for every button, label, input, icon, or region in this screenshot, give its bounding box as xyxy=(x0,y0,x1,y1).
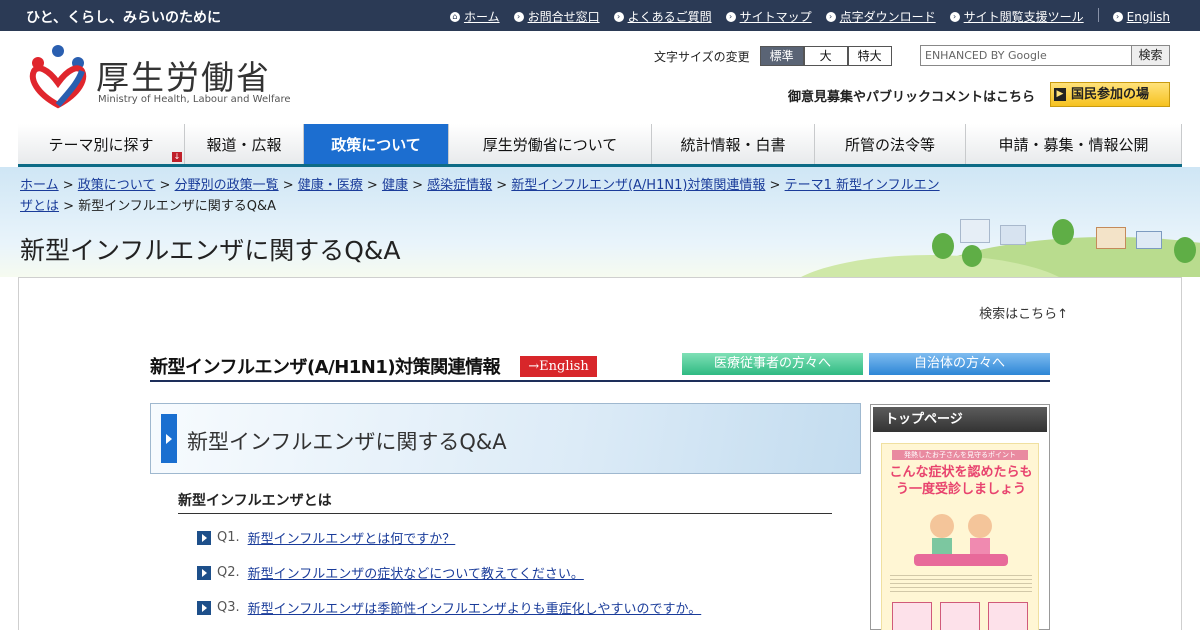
top-link-home[interactable]: ⌂ ホーム xyxy=(449,8,500,25)
top-links: ⌂ ホーム › お問合せ窓口 › よくあるご質問 › サイトマップ › 点字ダウンロード … xyxy=(449,8,1170,25)
font-size-standard-button[interactable]: 標準 xyxy=(759,46,804,66)
top-link-contact[interactable]: › お問合せ窓口 xyxy=(513,8,600,25)
search-here-link[interactable]: 検索はこちら↑ xyxy=(979,303,1068,322)
nav-statistics[interactable]: 統計情報・白書 xyxy=(652,124,815,164)
breadcrumb-link[interactable]: 健康・医療 xyxy=(298,178,363,193)
poster-panel xyxy=(940,602,980,630)
site-subtitle: Ministry of Health, Labour and Welfare xyxy=(98,94,291,105)
poster-caption: 発熱したお子さんを見守るポイント xyxy=(892,450,1028,460)
font-size-switcher: 文字サイズの変更 標準 大 特大 xyxy=(654,46,892,66)
breadcrumb-link[interactable]: ホーム xyxy=(20,178,59,193)
breadcrumb: ホーム > 政策について > 分野別の政策一覧 > 健康・医療 > 健康 > 感… xyxy=(20,178,940,214)
public-participation-button[interactable]: ▶ 国民参加の場 xyxy=(1050,82,1170,107)
poster-panel xyxy=(892,602,932,630)
arrow-icon: ▶ xyxy=(1054,88,1066,101)
poster-body-text xyxy=(890,572,1032,594)
top-bar: ひと、くらし、みらいのために ⌂ ホーム › お問合せ窓口 › よくあるご質問 › サイ… xyxy=(0,0,1200,31)
tree-illustration xyxy=(962,245,982,267)
title-banner: ホーム > 政策について > 分野別の政策一覧 > 健康・医療 > 健康 > 感… xyxy=(0,167,1200,277)
top-link-braille[interactable]: › 点字ダウンロード xyxy=(825,8,936,25)
arrow-bullet-icon: › xyxy=(825,11,836,22)
arrow-bullet-icon: › xyxy=(513,11,524,22)
poster-panel xyxy=(988,602,1028,630)
qa-title-box: 新型インフルエンザに関するQ&A xyxy=(150,403,861,474)
tree-illustration xyxy=(1174,237,1196,263)
list-item: Q2. 新型インフルエンザの症状などについて教えてください。 xyxy=(197,555,847,590)
question-link[interactable]: 新型インフルエンザは季節性インフルエンザよりも重症化しやすいのですか。 xyxy=(248,598,702,617)
question-link[interactable]: 新型インフルエンザの症状などについて教えてください。 xyxy=(248,563,584,582)
tree-illustration xyxy=(932,233,954,259)
play-marker-icon xyxy=(161,414,177,463)
sidebar-heading[interactable]: トップページ xyxy=(873,407,1047,432)
home-icon: ⌂ xyxy=(449,11,460,22)
site-search: ENHANCED BY Google 検索 xyxy=(920,45,1170,66)
medical-staff-button[interactable]: 医療従事者の方々へ xyxy=(682,353,863,375)
poster-banner[interactable]: 発熱したお子さんを見守るポイント こんな症状を認めたらもう一度受診しましょう xyxy=(881,443,1039,630)
top-link-faq[interactable]: › よくあるご質問 xyxy=(613,8,712,25)
breadcrumb-link[interactable]: 政策について xyxy=(78,178,156,193)
divider xyxy=(1097,8,1099,22)
nav-applications[interactable]: 申請・募集・情報公開 xyxy=(966,124,1182,164)
header: 厚生労働省 Ministry of Health, Labour and Wel… xyxy=(0,31,1200,125)
arrow-bullet-icon xyxy=(197,530,211,545)
global-nav: テーマ別に探す ↓ 報道・広報 政策について 厚生労働省について 統計情報・白書… xyxy=(18,124,1182,167)
mhlw-logo-icon[interactable] xyxy=(28,43,88,109)
english-button[interactable]: →English xyxy=(520,356,597,377)
section-title: 新型インフルエンザ(A/H1N1)対策関連情報 xyxy=(150,357,501,378)
arrow-bullet-icon: › xyxy=(949,11,960,22)
arrow-bullet-icon xyxy=(197,565,211,580)
nav-policy[interactable]: 政策について xyxy=(304,124,449,164)
section-header: 新型インフルエンザ(A/H1N1)対策関連情報 →English 医療従事者の方… xyxy=(150,350,1050,382)
breadcrumb-link[interactable]: 分野別の政策一覧 xyxy=(175,178,279,193)
building-illustration xyxy=(960,219,990,243)
nav-theme[interactable]: テーマ別に探す ↓ xyxy=(18,124,185,164)
qa-title: 新型インフルエンザに関するQ&A xyxy=(187,430,507,454)
top-link-sitemap[interactable]: › サイトマップ xyxy=(725,8,812,25)
font-size-large-button[interactable]: 大 xyxy=(803,46,848,66)
nav-about[interactable]: 厚生労働省について xyxy=(449,124,652,164)
poster-headline: こんな症状を認めたらもう一度受診しましょう xyxy=(889,465,1033,497)
arrow-bullet-icon: › xyxy=(725,11,736,22)
top-link-english[interactable]: › English xyxy=(1112,8,1170,25)
house-illustration xyxy=(1136,231,1162,249)
breadcrumb-current: 新型インフルエンザに関するQ&A xyxy=(78,199,277,214)
arrow-bullet-icon: › xyxy=(1112,11,1123,22)
arrow-bullet-icon: › xyxy=(613,11,624,22)
public-comment-link[interactable]: 御意見募集やパブリックコメントはこちら xyxy=(788,86,1035,105)
tree-illustration xyxy=(1052,219,1074,245)
dropdown-icon: ↓ xyxy=(172,152,182,162)
list-item: Q3. 新型インフルエンザは季節性インフルエンザよりも重症化しやすいのですか。 xyxy=(197,590,847,625)
breadcrumb-link[interactable]: 健康 xyxy=(382,178,408,193)
question-list: Q1. 新型インフルエンザとは何ですか？ Q2. 新型インフルエンザの症状などに… xyxy=(197,520,847,625)
qa-subheading: 新型インフルエンザとは xyxy=(178,490,832,514)
question-number: Q2. xyxy=(217,565,240,580)
tagline: ひと、くらし、みらいのために xyxy=(26,10,222,26)
site-title[interactable]: 厚生労働省 xyxy=(96,51,271,99)
font-size-label: 文字サイズの変更 xyxy=(654,49,750,64)
breadcrumb-link[interactable]: 感染症情報 xyxy=(427,178,492,193)
arrow-bullet-icon xyxy=(197,600,211,615)
search-input[interactable]: ENHANCED BY Google xyxy=(920,45,1132,66)
family-illustration-icon xyxy=(914,514,1008,566)
font-size-xlarge-button[interactable]: 特大 xyxy=(847,46,892,66)
building-illustration xyxy=(1000,225,1026,245)
question-number: Q3. xyxy=(217,600,240,615)
question-number: Q1. xyxy=(217,530,240,545)
house-illustration xyxy=(1096,227,1126,249)
top-link-accessibility[interactable]: › サイト閲覧支援ツール xyxy=(949,8,1084,25)
search-button[interactable]: 検索 xyxy=(1132,45,1170,66)
breadcrumb-link[interactable]: 新型インフルエンザ(A/H1N1)対策関連情報 xyxy=(511,178,765,193)
sidebar: トップページ 発熱したお子さんを見守るポイント こんな症状を認めたらもう一度受診… xyxy=(870,404,1050,630)
local-government-button[interactable]: 自治体の方々へ xyxy=(869,353,1050,375)
nav-laws[interactable]: 所管の法令等 xyxy=(815,124,966,164)
question-link[interactable]: 新型インフルエンザとは何ですか？ xyxy=(248,528,456,547)
nav-press[interactable]: 報道・広報 xyxy=(185,124,304,164)
page-title: 新型インフルエンザに関するQ&A xyxy=(20,236,401,265)
list-item: Q1. 新型インフルエンザとは何ですか？ xyxy=(197,520,847,555)
